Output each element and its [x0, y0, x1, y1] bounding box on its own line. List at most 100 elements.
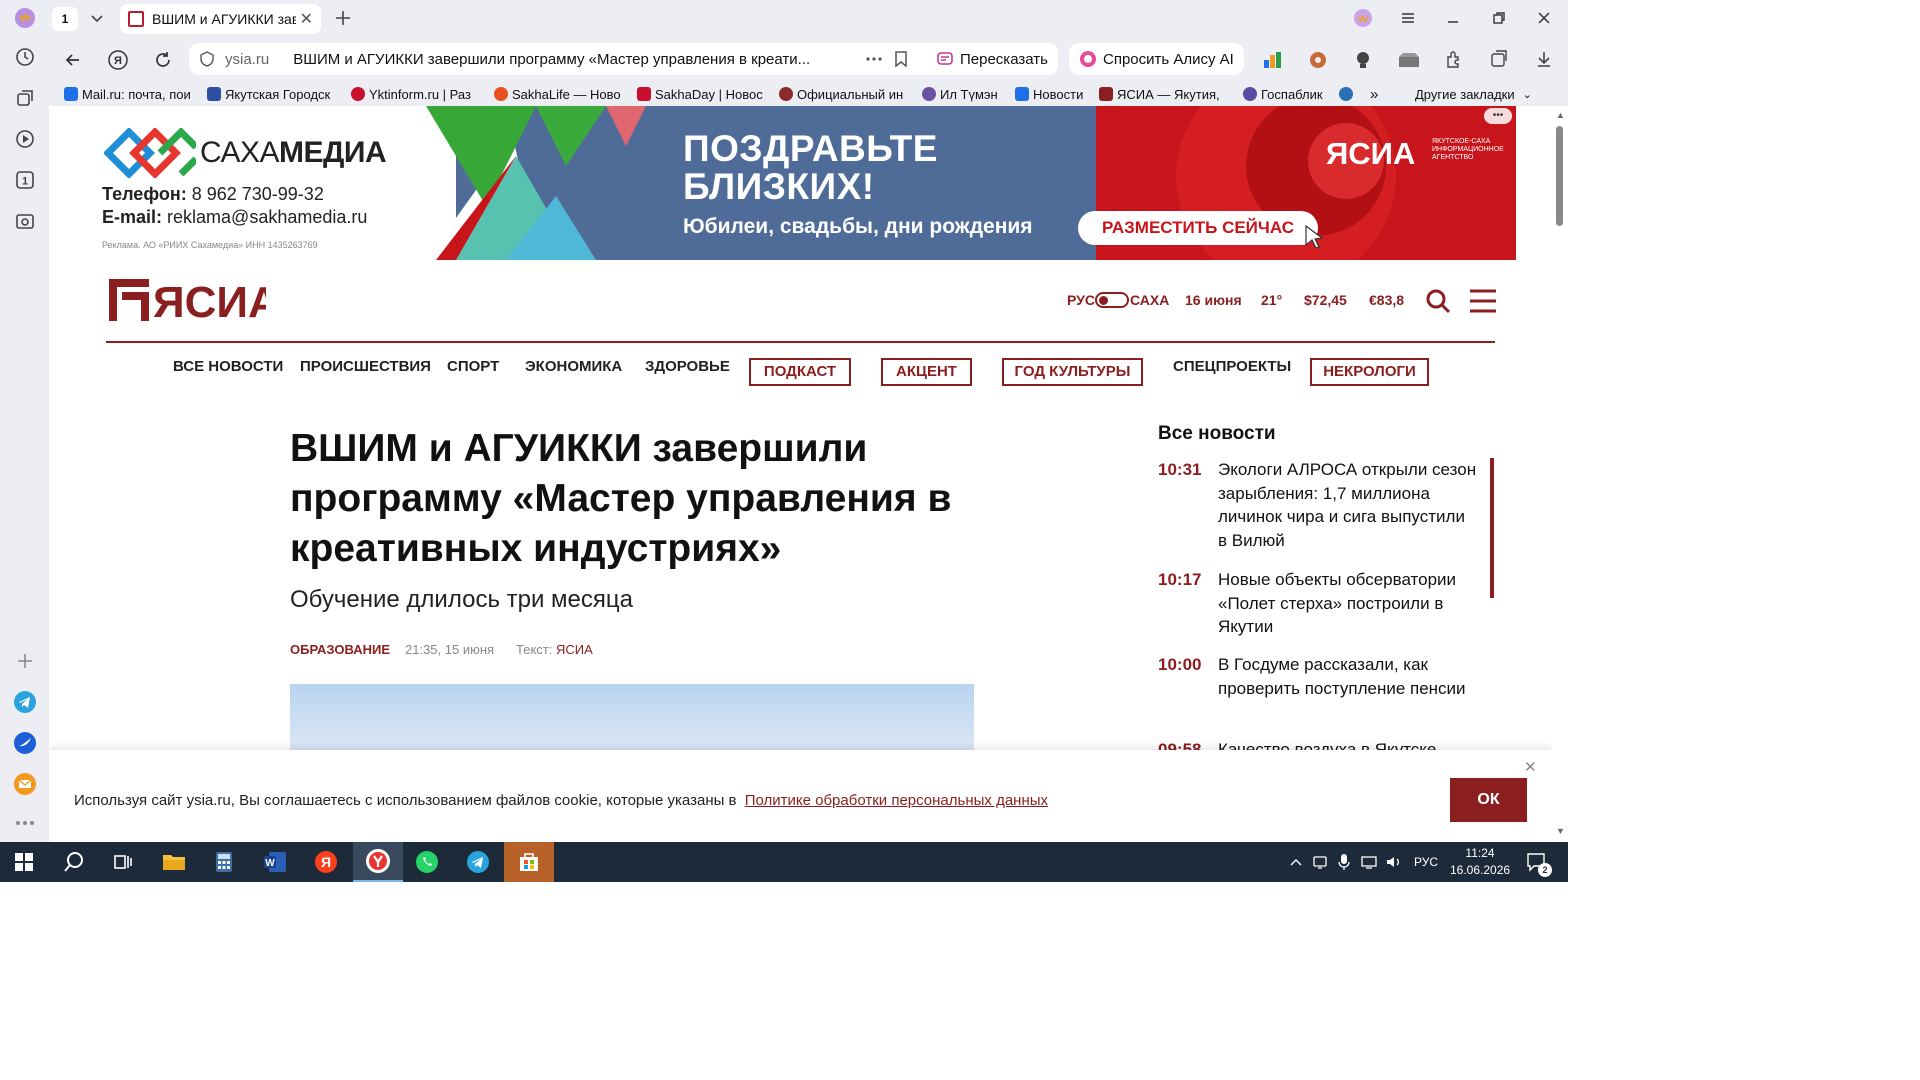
cookie-close-icon[interactable]: ✕ [1524, 758, 1537, 776]
ad-cta-button[interactable]: РАЗМЕСТИТЬ СЕЙЧАС [1078, 211, 1318, 245]
tabs-dropdown-icon[interactable] [87, 8, 107, 28]
alice-avatar-icon[interactable] [1352, 7, 1374, 29]
reload-icon[interactable] [153, 50, 173, 70]
telegram-taskbar-icon[interactable] [462, 846, 494, 878]
extension-gear-icon[interactable] [1307, 49, 1329, 71]
article-category[interactable]: ОБРАЗОВАНИЕ [290, 642, 390, 657]
tab-count-badge[interactable]: 1 [52, 7, 78, 31]
microphone-icon[interactable] [1337, 853, 1351, 871]
scroll-up-icon[interactable]: ▲ [1556, 110, 1565, 120]
cookie-policy-link[interactable]: Политике обработки персональных данных [745, 792, 1048, 809]
collections-icon[interactable] [12, 85, 38, 111]
back-icon[interactable] [63, 50, 83, 70]
telegram-icon[interactable] [12, 689, 38, 715]
nav-sport[interactable]: СПОРТ [447, 358, 499, 375]
nav-all-news[interactable]: ВСЕ НОВОСТИ [173, 358, 283, 375]
bookmarks-more-button[interactable]: » [1370, 85, 1384, 103]
profile-avatar-icon[interactable] [12, 5, 38, 31]
site-info-icon[interactable] [199, 51, 215, 67]
tab-counter-icon[interactable]: 1 [12, 167, 38, 193]
collections-save-icon[interactable] [1489, 49, 1509, 69]
extension-chart-icon[interactable] [1262, 50, 1284, 70]
nav-obituaries[interactable]: НЕКРОЛОГИ [1310, 358, 1429, 386]
nav-economy[interactable]: ЭКОНОМИКА [525, 358, 622, 375]
bookmark-icon[interactable] [893, 50, 909, 68]
scrollbar-thumb[interactable] [1556, 126, 1563, 226]
bookmark-item[interactable]: Официальный ин [779, 85, 909, 103]
history-icon[interactable] [12, 44, 38, 70]
nav-health[interactable]: ЗДОРОВЬЕ [645, 358, 730, 375]
nav-culture-year[interactable]: ГОД КУЛЬТУРЫ [1002, 358, 1143, 386]
cookie-ok-button[interactable]: ОК [1450, 778, 1527, 822]
downloads-icon[interactable] [1534, 49, 1554, 69]
nav-podcast[interactable]: ПОДКАСТ [749, 358, 851, 386]
extensions-icon[interactable] [1444, 49, 1464, 69]
task-view-icon[interactable] [107, 846, 139, 878]
news-item[interactable]: 10:17 Новые объекты обсерватории «Полет … [1158, 568, 1478, 638]
tray-device-icon[interactable] [1312, 854, 1328, 870]
screenshot-icon[interactable] [12, 208, 38, 234]
bookmark-item[interactable]: ЯСИА — Якутия, [1099, 85, 1229, 103]
search-icon[interactable] [1425, 288, 1451, 314]
store-taskbar-icon[interactable] [504, 842, 554, 882]
hamburger-menu-icon[interactable] [1469, 288, 1497, 314]
lang-toggle[interactable] [1095, 292, 1129, 308]
video-icon[interactable] [12, 126, 38, 152]
other-bookmarks-button[interactable]: Другие закладки ⌄ [1415, 85, 1555, 103]
bookmark-item[interactable]: Mail.ru: почта, пои [64, 85, 194, 103]
sidebar-scrollbar[interactable] [1490, 458, 1494, 598]
windows-start-icon[interactable] [8, 846, 40, 878]
bookmark-item[interactable]: Госпаблик [1243, 85, 1333, 103]
volume-icon[interactable] [1385, 854, 1403, 870]
tray-chevron-icon[interactable] [1288, 854, 1304, 870]
bookmark-item[interactable]: Yktinform.ru | Раз [351, 85, 479, 103]
clock[interactable]: 11:24 16.06.2026 [1450, 845, 1510, 879]
file-explorer-icon[interactable] [158, 846, 190, 878]
news-item[interactable]: 10:00 В Госдуме рассказали, как проверит… [1158, 653, 1478, 723]
address-more-icon[interactable] [865, 52, 883, 66]
bookmark-item[interactable]: Якутская Городск [207, 85, 337, 103]
ask-alice-button[interactable]: Спросить Алису AI [1069, 43, 1244, 75]
bookmark-item[interactable]: SakhaDay | Новос [637, 85, 765, 103]
new-tab-icon[interactable] [333, 8, 353, 28]
restore-icon[interactable] [1490, 9, 1508, 27]
add-panel-icon[interactable] [12, 648, 38, 674]
scroll-down-icon[interactable]: ▼ [1556, 826, 1565, 836]
svg-text:Я: Я [114, 55, 122, 67]
extension-bulb-icon[interactable] [1352, 49, 1374, 71]
whatsapp-icon[interactable] [411, 846, 443, 878]
ad-more-button[interactable]: ••• [1484, 108, 1512, 124]
page-scrollbar[interactable]: ▲ ▼ [1552, 106, 1568, 842]
yandex-icon[interactable]: Я [107, 49, 129, 71]
more-panels-icon[interactable] [12, 810, 38, 836]
menu-icon[interactable] [1399, 9, 1417, 27]
word-icon[interactable]: W [259, 846, 291, 878]
messenger-icon[interactable] [12, 730, 38, 756]
retell-button[interactable]: Пересказать [926, 43, 1058, 75]
bookmark-item[interactable]: Новости [1015, 85, 1090, 103]
close-window-icon[interactable] [1535, 9, 1553, 27]
nav-accent[interactable]: АКЦЕНТ [881, 358, 972, 386]
input-language[interactable]: РУС [1414, 855, 1438, 869]
yandex-browser-taskbar-icon[interactable] [353, 842, 403, 882]
close-tab-icon[interactable]: ✕ [300, 9, 313, 29]
extension-wallet-icon[interactable] [1397, 51, 1421, 69]
nav-special-projects[interactable]: СПЕЦПРОЕКТЫ [1173, 358, 1291, 375]
mail-icon[interactable] [12, 771, 38, 797]
lang-ru[interactable]: РУС [1067, 292, 1095, 308]
site-logo[interactable]: ЯСИА [106, 276, 266, 324]
network-icon[interactable] [1360, 854, 1378, 870]
address-bar[interactable]: ysia.ru ВШИМ и АГУИККИ завершили програм… [189, 43, 969, 75]
globe-bookmark-icon[interactable] [1339, 85, 1357, 103]
lang-sakha[interactable]: САХА [1130, 292, 1169, 308]
tab-active[interactable]: ВШИМ и АГУИККИ зав ✕ [120, 4, 321, 34]
nav-incidents[interactable]: ПРОИСШЕСТВИЯ [300, 358, 431, 375]
calculator-icon[interactable] [208, 846, 240, 878]
news-item[interactable]: 10:31 Экологи АЛРОСА открыли сезон зарыб… [1158, 458, 1478, 550]
ad-banner[interactable]: САХАМЕДИА Телефон: 8 962 730-99-32 E-mai… [86, 106, 1516, 260]
bookmark-item[interactable]: Ил Түмэн [922, 85, 1004, 103]
yandex-taskbar-icon[interactable]: Я [310, 846, 342, 878]
bookmark-item[interactable]: SakhaLife — Ново [494, 85, 622, 103]
minimize-icon[interactable] [1444, 9, 1462, 27]
search-taskbar-icon[interactable] [58, 846, 90, 878]
